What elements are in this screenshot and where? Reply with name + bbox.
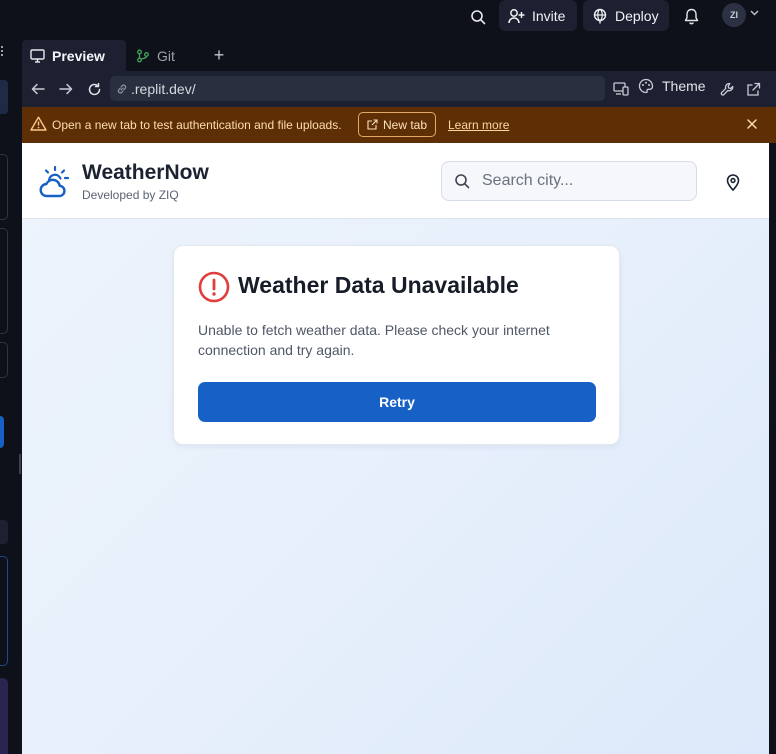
url-text: .replit.dev/ <box>131 80 196 97</box>
theme-label: Theme <box>662 78 706 94</box>
city-search-box[interactable] <box>441 161 697 201</box>
panel-edge-card <box>0 80 8 114</box>
city-search-input[interactable] <box>482 172 682 190</box>
bell-icon[interactable] <box>681 5 701 27</box>
close-icon[interactable] <box>746 118 758 130</box>
monitor-icon <box>30 48 45 63</box>
error-title: Weather Data Unavailable <box>238 272 519 298</box>
reload-icon[interactable] <box>85 80 103 98</box>
deploy-globe-icon <box>592 8 608 24</box>
deploy-button[interactable]: Deploy <box>583 0 669 31</box>
top-bar: Invite Deploy ZI <box>0 0 776 38</box>
warning-icon <box>30 116 47 131</box>
panel-edge-divider <box>19 454 21 474</box>
invite-button[interactable]: Invite <box>499 0 577 31</box>
retry-button[interactable]: Retry <box>198 382 596 422</box>
cloud-sun-logo-icon <box>38 165 72 199</box>
search-icon <box>454 173 470 189</box>
error-message: Unable to fetch weather data. Please che… <box>198 322 550 358</box>
avatar[interactable]: ZI <box>722 3 746 27</box>
tab-bar: Preview Git + <box>22 38 776 71</box>
auth-warning-banner: Open a new tab to test authentication an… <box>22 107 776 143</box>
invite-label: Invite <box>532 7 566 24</box>
wrench-icon[interactable] <box>718 80 736 98</box>
devices-icon[interactable] <box>612 80 630 98</box>
url-field[interactable]: .replit.dev/ <box>110 76 605 101</box>
app-subtitle: Developed by ZIQ <box>82 188 179 202</box>
location-pin-icon[interactable] <box>723 172 743 192</box>
side-panel-edge <box>0 38 22 754</box>
tab-git-label: Git <box>157 47 175 64</box>
panel-edge-card <box>0 228 8 334</box>
theme-button[interactable]: Theme <box>638 78 706 94</box>
new-tab-label: New tab <box>382 117 428 132</box>
chevron-down-icon[interactable] <box>750 10 759 16</box>
git-branch-icon <box>136 49 150 63</box>
tab-preview-label: Preview <box>52 47 105 64</box>
app-title: WeatherNow <box>82 161 209 184</box>
viewport-right-edge <box>769 143 776 754</box>
error-card: Weather Data Unavailable Unable to fetch… <box>173 245 620 445</box>
banner-message: Open a new tab to test authentication an… <box>52 118 342 132</box>
search-icon[interactable] <box>467 6 489 28</box>
url-bar: .replit.dev/ Theme <box>22 71 776 107</box>
new-tab-button[interactable]: New tab <box>358 112 436 137</box>
learn-more-link[interactable]: Learn more <box>448 118 509 132</box>
external-link-icon[interactable] <box>744 80 762 98</box>
palette-icon <box>638 78 654 94</box>
alert-circle-icon <box>198 271 230 303</box>
panel-edge-card <box>0 520 8 544</box>
add-tab-button[interactable]: + <box>208 40 230 71</box>
panel-edge-button[interactable] <box>0 416 4 448</box>
forward-arrow-icon[interactable] <box>57 80 75 98</box>
tab-preview[interactable]: Preview <box>22 40 126 71</box>
panel-edge-card <box>0 678 8 754</box>
tab-git[interactable]: Git <box>128 40 202 71</box>
back-arrow-icon[interactable] <box>29 80 47 98</box>
panel-edge-card <box>0 556 8 666</box>
panel-edge-card <box>0 154 8 220</box>
link-icon <box>116 83 128 95</box>
add-user-icon <box>508 8 525 24</box>
external-link-icon <box>367 119 378 130</box>
app-header: WeatherNow Developed by ZIQ <box>22 143 769 219</box>
panel-edge-handle[interactable] <box>0 42 4 60</box>
preview-viewport: WeatherNow Developed by ZIQ Weather Data… <box>22 143 769 754</box>
panel-edge-card <box>0 342 8 378</box>
deploy-label: Deploy <box>615 7 659 24</box>
